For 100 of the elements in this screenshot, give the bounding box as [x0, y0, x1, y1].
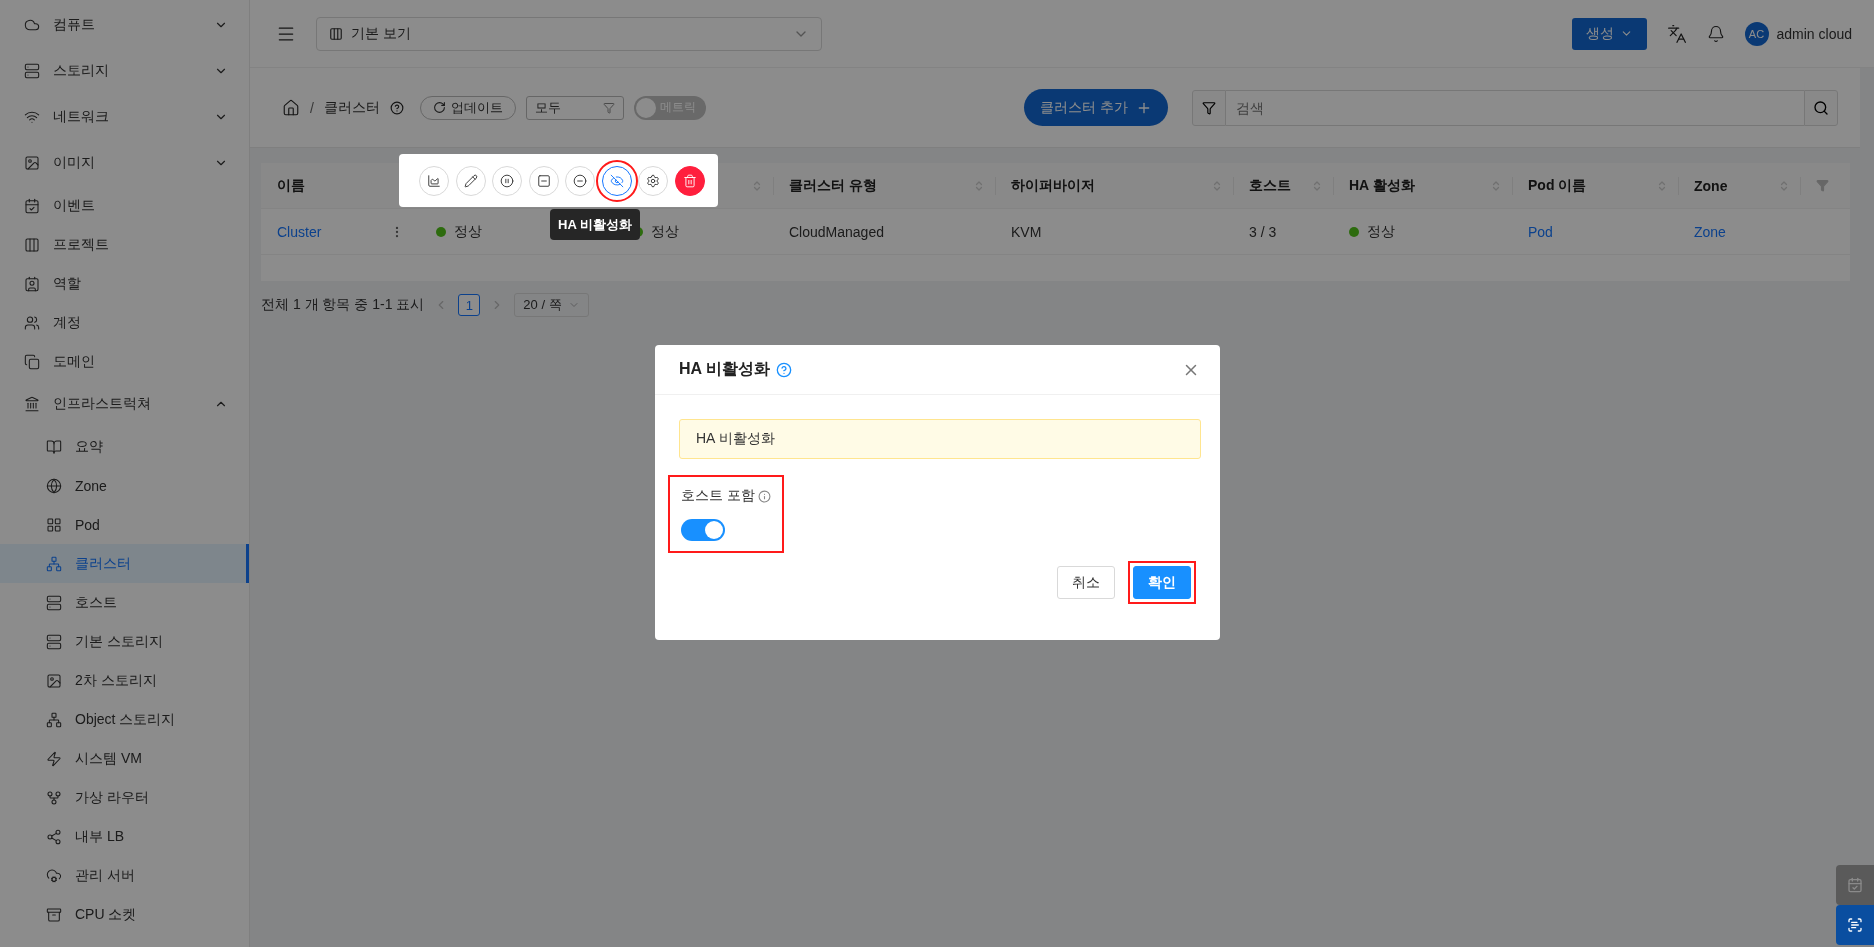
scan-icon[interactable] — [1836, 905, 1874, 945]
field-label: 호스트 포함 — [681, 487, 755, 505]
sidebar-item[interactable]: 계정 — [0, 303, 249, 342]
confirm-button[interactable]: 확인 — [1133, 566, 1191, 599]
menu-item-icon — [46, 867, 62, 884]
bell-icon[interactable] — [1706, 24, 1725, 43]
sidebar-item[interactable]: 도메인 — [0, 342, 249, 381]
pause-icon — [500, 173, 514, 188]
page-button[interactable]: 1 — [458, 294, 481, 316]
add-cluster-button[interactable]: 클러스터 추가 — [1024, 89, 1168, 126]
chart-icon — [427, 173, 441, 188]
sidebar-item[interactable]: 프로젝트 — [0, 225, 249, 264]
menu-item-icon — [24, 197, 40, 214]
sidebar-item[interactable]: 시스템 VM — [0, 739, 249, 778]
sidebar-item[interactable]: Zone — [0, 466, 249, 505]
menu-item-icon — [24, 236, 40, 253]
status-dot — [1349, 226, 1359, 237]
sidebar-item[interactable]: 2차 스토리지 — [0, 661, 249, 700]
column-header[interactable]: 하이퍼바이저 — [995, 163, 1233, 208]
sidebar-item[interactable]: 호스트 — [0, 583, 249, 622]
menu-item-icon — [46, 711, 62, 728]
search-field[interactable]: 검색 — [1226, 89, 1804, 126]
eye-off-icon — [609, 173, 624, 188]
sidebar-item[interactable]: 이벤트 — [0, 186, 249, 225]
sidebar-item[interactable]: 컴퓨트 — [0, 2, 249, 48]
user-name[interactable]: admin cloud — [1776, 25, 1852, 42]
pencil-icon — [463, 173, 478, 188]
sidebar-item[interactable]: 역할 — [0, 264, 249, 303]
column-header[interactable]: Pod 이름 — [1512, 163, 1678, 208]
cancel-button[interactable]: 취소 — [1057, 566, 1115, 599]
sidebar-item[interactable]: 가상 라우터 — [0, 778, 249, 817]
table-link[interactable]: Zone — [1694, 223, 1726, 240]
menu-item-icon — [46, 750, 62, 767]
view-select[interactable]: 기본 보기 — [316, 16, 822, 51]
menu-item-icon — [24, 353, 40, 370]
tooltip: HA 비활성화 — [550, 209, 640, 240]
refresh-button[interactable]: 업데이트 — [419, 95, 516, 120]
menu-item-icon — [24, 314, 40, 331]
refresh-icon — [432, 101, 446, 114]
status-dot — [436, 226, 446, 237]
dialog-title: HA 비활성화 — [679, 359, 770, 379]
table-cell: KVM — [1011, 223, 1042, 240]
user-avatar[interactable]: AC — [1744, 21, 1769, 46]
menu-item-icon — [46, 555, 62, 572]
menu-item-icon — [46, 516, 62, 533]
sidebar-item[interactable]: Object 스토리지 — [0, 700, 249, 739]
sidebar-item[interactable]: 스토리지 — [0, 48, 249, 94]
sidebar-item[interactable]: CPU 소켓 — [0, 895, 249, 934]
breadcrumb-separator: / — [310, 99, 314, 116]
minus-circle-icon — [573, 173, 587, 188]
menu-item-icon — [46, 594, 62, 611]
translate-icon[interactable] — [1666, 23, 1687, 44]
minus-square-icon — [536, 173, 551, 188]
menu-item-icon — [24, 109, 40, 125]
sidebar-item[interactable]: 내부 LB — [0, 817, 249, 856]
home-icon[interactable] — [282, 98, 300, 117]
filter-select[interactable]: 모두 — [525, 95, 624, 120]
table-cell: 정상 — [1367, 222, 1395, 241]
sidebar-item[interactable]: 이미지 — [0, 140, 249, 186]
search-button[interactable] — [1804, 89, 1838, 126]
table-link[interactable]: Pod — [1528, 223, 1553, 240]
menu-item-icon — [46, 828, 62, 845]
filter-icon — [1202, 100, 1216, 115]
sidebar-item[interactable]: 요약 — [0, 427, 249, 466]
toggle-switch[interactable] — [681, 519, 725, 541]
search-icon — [1813, 99, 1829, 116]
menu-item-icon — [24, 155, 40, 171]
menu-item-icon — [24, 275, 40, 292]
menu-item-icon — [46, 633, 62, 650]
create-button[interactable]: 생성 — [1571, 17, 1647, 50]
column-header[interactable]: 호스트 — [1233, 163, 1333, 208]
table-link[interactable]: Cluster — [277, 223, 322, 240]
column-header[interactable]: HA 활성화 — [1333, 163, 1512, 208]
warning-alert: HA 비활성화 — [679, 419, 1201, 459]
pagination-summary: 전체 1 개 항목 중 1-1 표시 — [261, 296, 425, 314]
filter-button[interactable] — [1192, 89, 1226, 126]
info-icon[interactable] — [757, 489, 771, 503]
menu-item-icon — [46, 672, 62, 689]
menu-item-icon — [46, 477, 62, 494]
table-cell: 정상 — [651, 222, 679, 241]
action-button[interactable] — [674, 165, 705, 196]
sidebar-item[interactable]: Pod — [0, 505, 249, 544]
table-cell: 정상 — [454, 222, 482, 241]
settings-icon — [646, 173, 660, 188]
table-cell: 3 / 3 — [1249, 223, 1277, 240]
column-header[interactable]: 클러스터 유형 — [773, 163, 995, 208]
sidebar-item[interactable]: 클러스터 — [0, 544, 249, 583]
menu-item-icon — [46, 789, 62, 806]
menu-item-icon — [24, 17, 40, 33]
sidebar-item[interactable]: 기본 스토리지 — [0, 622, 249, 661]
sidebar-item[interactable]: 네트워크 — [0, 94, 249, 140]
menu-item-icon — [46, 906, 62, 923]
help-icon[interactable] — [389, 100, 404, 115]
help-icon[interactable] — [775, 361, 792, 378]
board-icon — [329, 26, 343, 41]
menu-item-icon — [46, 438, 62, 455]
column-header[interactable]: Zone — [1678, 163, 1800, 208]
page-size-select[interactable]: 20 / 쪽 — [514, 293, 589, 317]
sidebar-item[interactable]: 인프라스트럭쳐 — [0, 381, 249, 427]
sidebar-item[interactable]: 관리 서버 — [0, 856, 249, 895]
